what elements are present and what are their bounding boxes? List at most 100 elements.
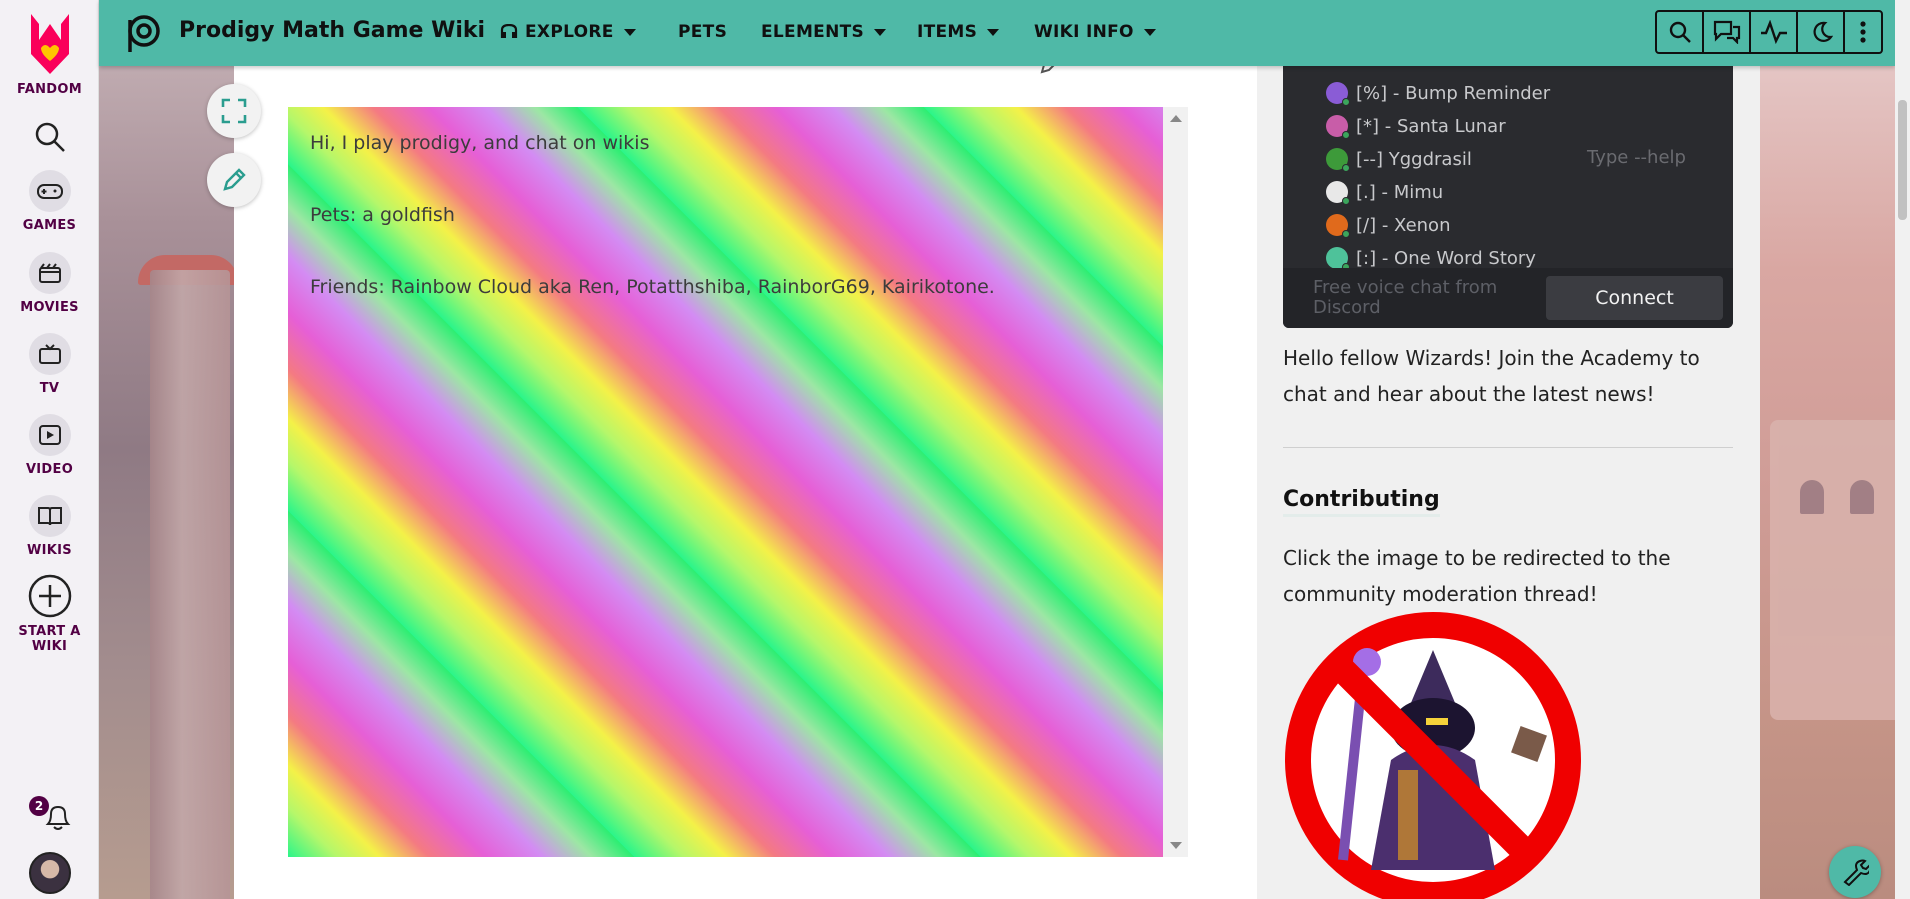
tv-icon — [28, 333, 71, 375]
sidebar-item-label: TV — [39, 381, 60, 396]
clapperboard-icon — [28, 252, 71, 294]
discord-member[interactable]: [%] - Bump Reminder — [1326, 78, 1550, 108]
member-avatar — [1326, 214, 1350, 238]
tools-wrench-button[interactable] — [1829, 846, 1881, 898]
pencil-icon — [223, 168, 246, 191]
rail-welcome-text: Hello fellow Wizards! Join the Academy t… — [1283, 346, 1700, 406]
member-avatar — [1326, 115, 1350, 139]
discussions-icon — [1713, 20, 1740, 44]
expand-icon — [221, 98, 247, 124]
wrench-icon — [1843, 859, 1869, 886]
plus-circle-icon — [28, 574, 71, 618]
nav-pets[interactable]: PETS — [678, 22, 727, 42]
profile-friends-text: Friends: Rainbow Cloud aka Ren, Potatths… — [310, 276, 995, 298]
page-scrollbar-thumb[interactable] — [1898, 100, 1907, 220]
member-avatar — [1326, 148, 1350, 172]
kebab-menu-icon — [1860, 21, 1866, 43]
sidebar-item-start-a-wiki[interactable]: START A WIKI — [0, 574, 99, 654]
nav-link-label: ITEMS — [917, 22, 978, 42]
sidebar-item-tv[interactable]: TV — [0, 333, 99, 396]
discord-member-name: [:] - One Word Story — [1356, 247, 1536, 269]
notifications-button[interactable] — [0, 800, 99, 838]
search-icon — [1669, 21, 1691, 43]
moon-icon — [1813, 21, 1833, 42]
sidebar-item-video[interactable]: VIDEO — [0, 414, 99, 477]
sidebar-item-wikis[interactable]: WIKIS — [0, 495, 99, 558]
nav-link-label: EXPLORE — [525, 22, 614, 42]
global-search-button[interactable] — [0, 120, 99, 158]
page-scrollbar[interactable] — [1895, 0, 1910, 899]
profile-intro-text: Hi, I play prodigy, and chat on wikis — [310, 132, 650, 154]
sidebar-item-label: VIDEO — [25, 462, 74, 477]
discord-member-name: [%] - Bump Reminder — [1356, 82, 1551, 104]
nav-elements[interactable]: ELEMENTS — [761, 22, 887, 42]
discord-help-hint: Type --help — [1587, 147, 1686, 168]
profile-rainbow-box: Hi, I play prodigy, and chat on wikis Pe… — [288, 107, 1163, 857]
activity-icon — [1760, 20, 1787, 44]
discord-member[interactable]: [.] - Mimu — [1326, 177, 1443, 207]
scroll-up-arrow-icon[interactable] — [1170, 115, 1182, 122]
fandom-brand-label: FANDOM — [17, 82, 82, 97]
sidebar-item-label: MOVIES — [20, 300, 79, 315]
discord-member-name: [*] - Santa Lunar — [1356, 115, 1506, 137]
discord-free-voice-text: Free voice chat from Discord — [1313, 277, 1498, 318]
theme-toggle-button[interactable] — [1798, 12, 1845, 52]
discord-member-name: [--] Yggdrasil — [1356, 148, 1472, 170]
discord-footer: Free voice chat from Discord Connect — [1283, 268, 1733, 328]
edit-button[interactable] — [207, 153, 261, 207]
search-icon — [35, 122, 65, 152]
fandom-home-link[interactable]: FANDOM — [0, 10, 99, 97]
play-video-icon — [28, 414, 71, 456]
rainbow-box-scrollbar[interactable] — [1163, 107, 1188, 857]
profile-pets-text: Pets: a goldfish — [310, 204, 455, 226]
background-house — [1770, 420, 1910, 720]
community-moderation-image[interactable] — [1283, 610, 1583, 899]
search-button[interactable] — [1657, 12, 1704, 52]
nav-link-label: ELEMENTS — [761, 22, 865, 42]
nav-wiki-info[interactable]: WIKI INFO — [1034, 22, 1156, 42]
contributing-heading: Contributing — [1283, 487, 1440, 517]
recent-changes-button[interactable] — [1751, 12, 1798, 52]
nav-explore[interactable]: EXPLORE — [499, 22, 636, 42]
fandom-logo-icon — [30, 14, 69, 74]
nav-items[interactable]: ITEMS — [917, 22, 1000, 42]
user-avatar-button[interactable] — [0, 852, 99, 894]
discord-member-name: [.] - Mimu — [1356, 181, 1444, 203]
background-house-window — [1850, 480, 1874, 514]
member-avatar — [1326, 247, 1350, 271]
wiki-top-nav: Prodigy Math Game Wiki EXPLORE PETS ELEM… — [99, 0, 1895, 66]
scroll-down-arrow-icon[interactable] — [1170, 842, 1182, 849]
discord-member[interactable]: [--] Yggdrasil — [1326, 144, 1472, 174]
nav-link-label: WIKI INFO — [1034, 22, 1134, 42]
chevron-down-icon — [874, 28, 887, 36]
sidebar-item-games[interactable]: GAMES — [0, 170, 99, 233]
discord-connect-button[interactable]: Connect — [1546, 276, 1723, 320]
discord-member[interactable]: [/] - Xenon — [1326, 210, 1450, 240]
explore-icon — [500, 24, 518, 38]
more-options-button[interactable] — [1845, 12, 1881, 52]
sidebar-item-label: GAMES — [22, 218, 77, 233]
fandom-global-sidebar: FANDOM GAMES MOVIES TV VIDEO WIKIS START… — [0, 0, 99, 899]
sidebar-item-label: WIKIS — [27, 543, 72, 558]
discord-member[interactable]: [*] - Santa Lunar — [1326, 111, 1506, 141]
prodigy-wiki-logo-icon[interactable] — [119, 12, 163, 54]
wiki-tools-group — [1655, 10, 1883, 54]
chevron-down-icon — [623, 28, 636, 36]
chevron-down-icon — [987, 28, 1000, 36]
contributing-text: Click the image to be redirected to the … — [1283, 546, 1671, 606]
notification-count-badge: 2 — [29, 796, 49, 816]
book-icon — [28, 495, 71, 537]
chevron-down-icon — [1143, 28, 1156, 36]
nav-link-label: PETS — [678, 22, 728, 42]
member-avatar — [1326, 82, 1350, 106]
member-avatar — [1326, 181, 1350, 205]
background-house-window — [1800, 480, 1824, 514]
fullscreen-button[interactable] — [207, 84, 261, 138]
rail-divider — [1283, 447, 1733, 448]
discord-widget: [%] - Bump Reminder [*] - Santa Lunar [-… — [1283, 40, 1733, 328]
sidebar-item-movies[interactable]: MOVIES — [0, 252, 99, 315]
discussions-button[interactable] — [1704, 12, 1751, 52]
wiki-title[interactable]: Prodigy Math Game Wiki — [179, 18, 485, 43]
avatar — [28, 852, 71, 894]
gamepad-icon — [28, 170, 71, 212]
